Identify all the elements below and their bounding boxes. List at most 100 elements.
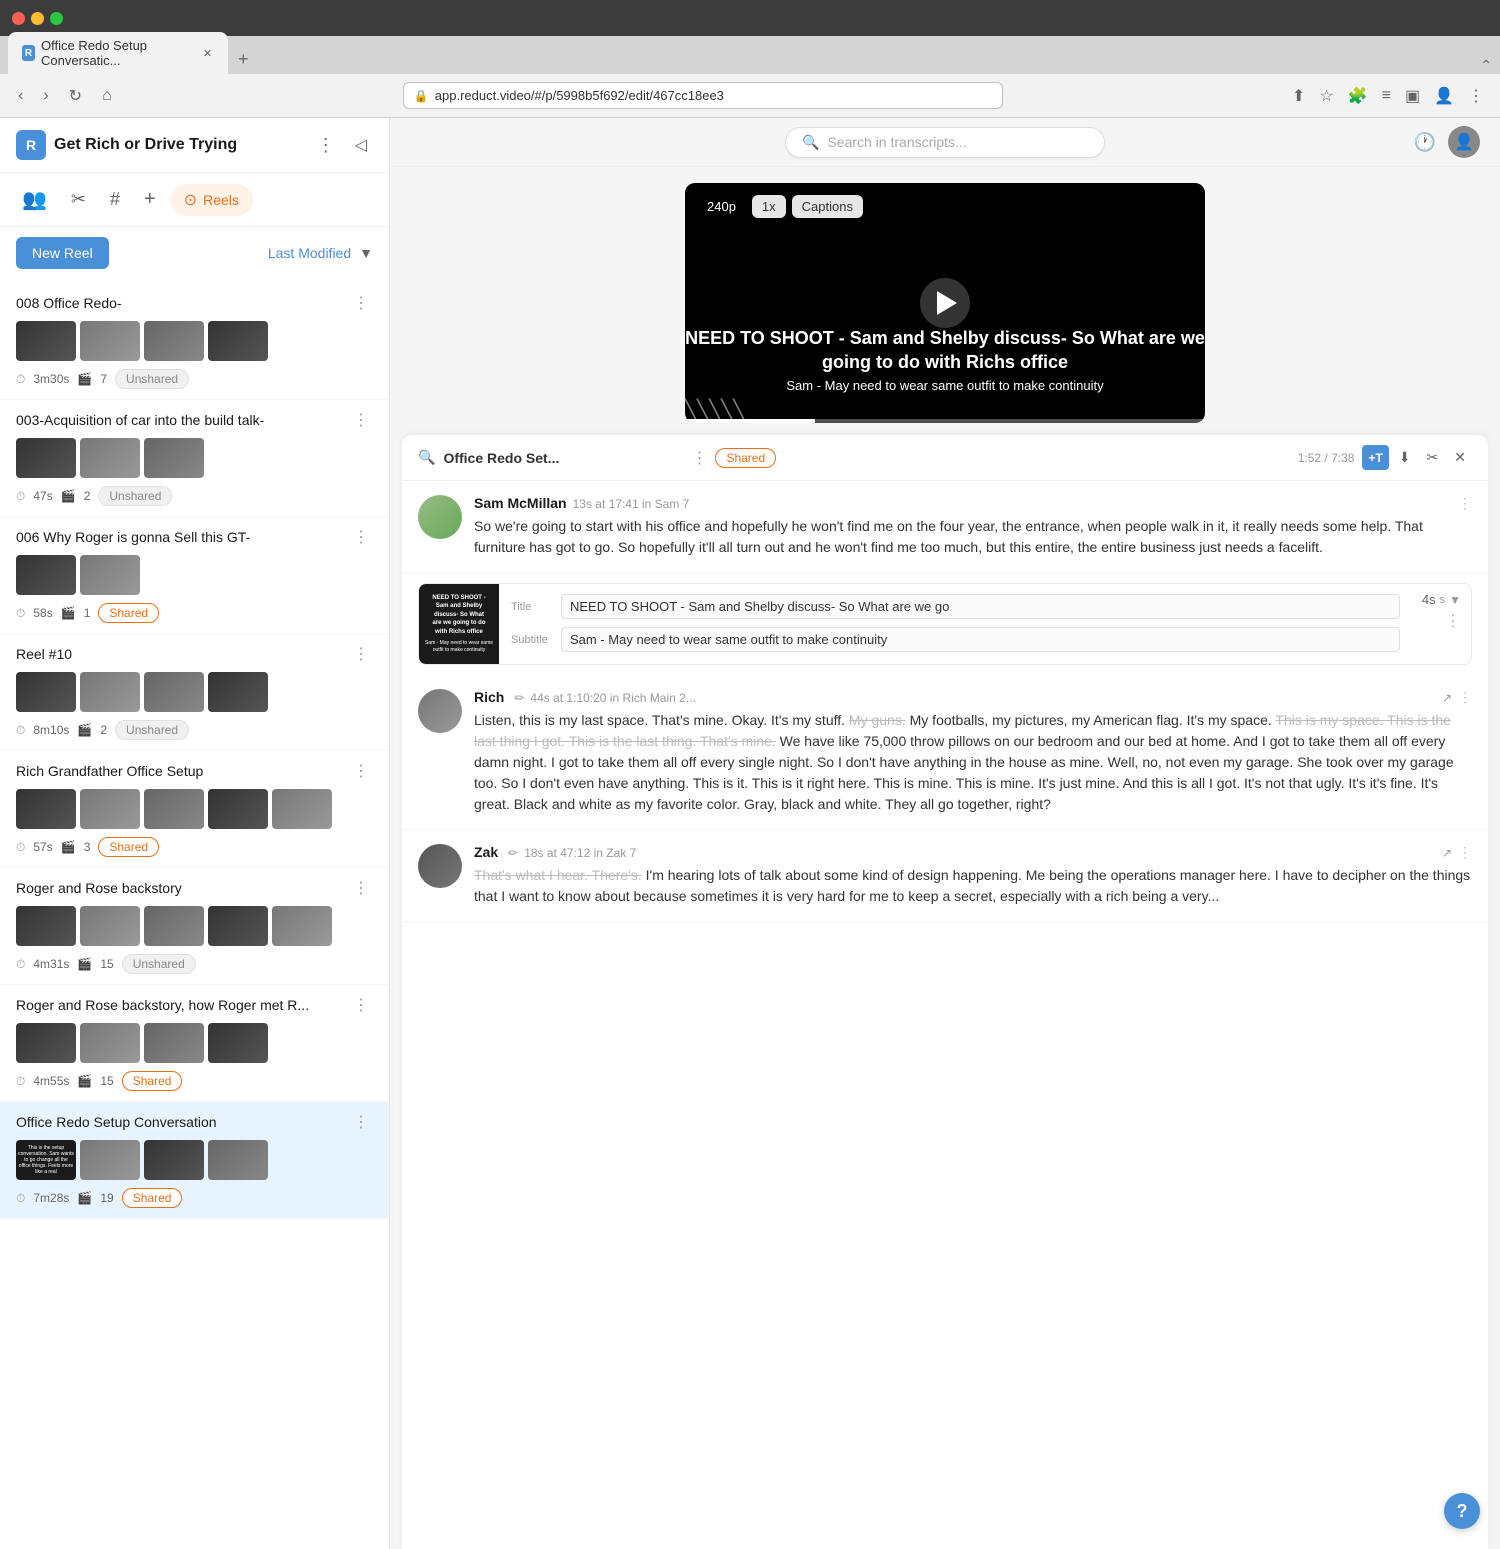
reel-clips: 19 — [100, 1191, 113, 1205]
reel-menu-button[interactable]: ⋮ — [349, 878, 373, 898]
subtitle-input[interactable] — [561, 627, 1400, 652]
tab-list-chevron[interactable]: ⌃ — [1480, 57, 1492, 74]
share-button[interactable]: ⬆ — [1288, 82, 1309, 110]
share-badge[interactable]: Shared — [98, 603, 159, 623]
reel-duration: 3m30s — [33, 372, 69, 386]
reel-name: Roger and Rose backstory — [16, 880, 349, 896]
settings-button[interactable]: ⋮ — [1464, 82, 1488, 110]
dropdown-arrow[interactable]: ▼ — [1449, 593, 1461, 607]
bookmark-button[interactable]: ☆ — [1315, 82, 1337, 110]
history-button[interactable]: 🕐 — [1410, 126, 1440, 158]
transcript-shared-badge[interactable]: Shared — [715, 448, 776, 468]
help-button[interactable]: ? — [1444, 1493, 1480, 1529]
tab-bar: R Office Redo Setup Conversatic... ✕ + ⌃ — [0, 36, 1500, 74]
reel-menu-button[interactable]: ⋮ — [349, 995, 373, 1015]
reel-item[interactable]: 003-Acquisition of car into the build ta… — [0, 400, 389, 517]
transcript-menu-button[interactable]: ⋮ — [691, 448, 707, 468]
video-title-text: NEED TO SHOOT - Sam and Shelby discuss- … — [685, 327, 1205, 374]
reading-list-button[interactable]: ≡ — [1378, 82, 1395, 110]
collapse-sidebar-button[interactable]: ◁ — [349, 133, 373, 157]
forward-button[interactable]: › — [37, 83, 54, 109]
close-transcript-button[interactable]: ✕ — [1448, 445, 1472, 470]
reel-duration: 58s — [33, 606, 52, 620]
resolution-badge[interactable]: 240p — [697, 195, 746, 218]
sidebar-toggle-button[interactable]: ▣ — [1401, 82, 1424, 110]
message-menu-button[interactable]: ⋮ — [1458, 689, 1472, 706]
reel-menu-button[interactable]: ⋮ — [349, 527, 373, 547]
reel-menu-button[interactable]: ⋮ — [349, 1112, 373, 1132]
new-reel-button[interactable]: New Reel — [16, 237, 109, 269]
share-badge[interactable]: Unshared — [115, 369, 189, 389]
share-badge[interactable]: Unshared — [115, 720, 189, 740]
new-tab-button[interactable]: + — [230, 45, 257, 74]
reel-duration: 47s — [33, 489, 52, 503]
title-card-menu-button[interactable]: ⋮ — [1445, 611, 1461, 631]
message-text: Listen, this is my last space. That's mi… — [474, 710, 1472, 815]
sidebar-tab-scissors[interactable]: ✂ — [61, 183, 96, 216]
reels-tab-label: Reels — [203, 192, 239, 208]
address-field[interactable]: 🔒 app.reduct.video/#/p/5998b5f692/edit/4… — [403, 82, 1003, 109]
play-button[interactable] — [920, 278, 970, 328]
reel-name: Reel #10 — [16, 646, 349, 662]
video-player[interactable]: 240p 1x Captions NEED TO SHOOT - Sam and… — [685, 183, 1205, 423]
message-menu-button[interactable]: ⋮ — [1458, 844, 1472, 861]
share-badge[interactable]: Unshared — [122, 954, 196, 974]
reel-menu-button[interactable]: ⋮ — [349, 293, 373, 313]
reel-item[interactable]: Rich Grandfather Office Setup ⋮ ⏱ 57s 🎬 … — [0, 751, 389, 868]
scissors-button[interactable]: ✂ — [1421, 445, 1445, 470]
back-button[interactable]: ‹ — [12, 83, 29, 109]
reel-menu-button[interactable]: ⋮ — [349, 644, 373, 664]
reel-item[interactable]: Roger and Rose backstory ⋮ ⏱ 4m31s 🎬 15 … — [0, 868, 389, 985]
extension-button[interactable]: 🧩 — [1344, 82, 1372, 110]
reel-clips: 2 — [84, 489, 91, 503]
refresh-button[interactable]: ↻ — [63, 82, 88, 110]
fullscreen-traffic-light[interactable] — [50, 12, 63, 25]
project-menu-button[interactable]: ⋮ — [311, 133, 341, 158]
sidebar-tab-hash[interactable]: # — [100, 183, 130, 216]
video-subtitle-text: Sam - May need to wear same outfit to ma… — [685, 378, 1205, 393]
minimize-traffic-light[interactable] — [31, 12, 44, 25]
play-triangle-icon — [937, 291, 957, 315]
sidebar-tabs: 👥 ✂ # + ⊙ Reels — [0, 173, 389, 227]
sidebar-tab-people[interactable]: 👥 — [12, 181, 57, 218]
message-text: So we're going to start with his office … — [474, 516, 1472, 558]
speaker-name: Rich — [474, 689, 504, 705]
reel-thumbnail — [80, 1140, 140, 1180]
download-button[interactable]: ⬇ — [1393, 445, 1417, 470]
app-logo: R — [16, 130, 46, 160]
reel-thumbnail — [144, 438, 204, 478]
reel-menu-button[interactable]: ⋮ — [349, 761, 373, 781]
video-progress-bar[interactable] — [685, 419, 1205, 423]
reel-menu-button[interactable]: ⋮ — [349, 410, 373, 430]
search-transcripts-container[interactable]: 🔍 Search in transcripts... — [785, 127, 1105, 158]
last-modified-sort[interactable]: Last Modified — [268, 245, 351, 261]
title-input[interactable] — [561, 594, 1400, 619]
share-badge[interactable]: Unshared — [98, 486, 172, 506]
share-badge[interactable]: Shared — [98, 837, 159, 857]
close-traffic-light[interactable] — [12, 12, 25, 25]
browser-tab-active[interactable]: R Office Redo Setup Conversatic... ✕ — [8, 32, 228, 74]
seconds-label: s — [1440, 594, 1446, 606]
clips-icon: 🎬 — [61, 840, 76, 854]
reel-item[interactable]: Reel #10 ⋮ ⏱ 8m10s 🎬 2 Unshared — [0, 634, 389, 751]
share-badge[interactable]: Shared — [122, 1188, 183, 1208]
subtitle-field-label: Subtitle — [511, 634, 561, 646]
sidebar-tab-reels[interactable]: ⊙ Reels — [170, 184, 253, 216]
profile-button[interactable]: 👤 — [1430, 82, 1458, 110]
playback-speed-badge[interactable]: 1x — [752, 195, 786, 218]
sort-direction-button[interactable]: ▼ — [359, 245, 373, 261]
reel-item-active[interactable]: Office Redo Setup Conversation ⋮ This is… — [0, 1102, 389, 1219]
captions-badge[interactable]: Captions — [792, 195, 863, 218]
reel-item[interactable]: Roger and Rose backstory, how Roger met … — [0, 985, 389, 1102]
reel-item[interactable]: 006 Why Roger is gonna Sell this GT- ⋮ ⏱… — [0, 517, 389, 634]
home-button[interactable]: ⌂ — [96, 83, 118, 109]
user-profile-button[interactable]: 👤 — [1448, 126, 1480, 158]
text-add-button[interactable]: +T — [1362, 445, 1388, 470]
sidebar-tab-add[interactable]: + — [134, 182, 166, 217]
rich-text-normal: Listen, this is my last space. That's mi… — [474, 712, 845, 728]
tab-close-button[interactable]: ✕ — [201, 45, 214, 61]
sidebar-header: R Get Rich or Drive Trying ⋮ ◁ — [0, 118, 389, 173]
message-menu-button[interactable]: ⋮ — [1458, 495, 1472, 512]
share-badge[interactable]: Shared — [122, 1071, 183, 1091]
reel-item[interactable]: 008 Office Redo- ⋮ ⏱ 3m30s 🎬 7 Unshared — [0, 283, 389, 400]
